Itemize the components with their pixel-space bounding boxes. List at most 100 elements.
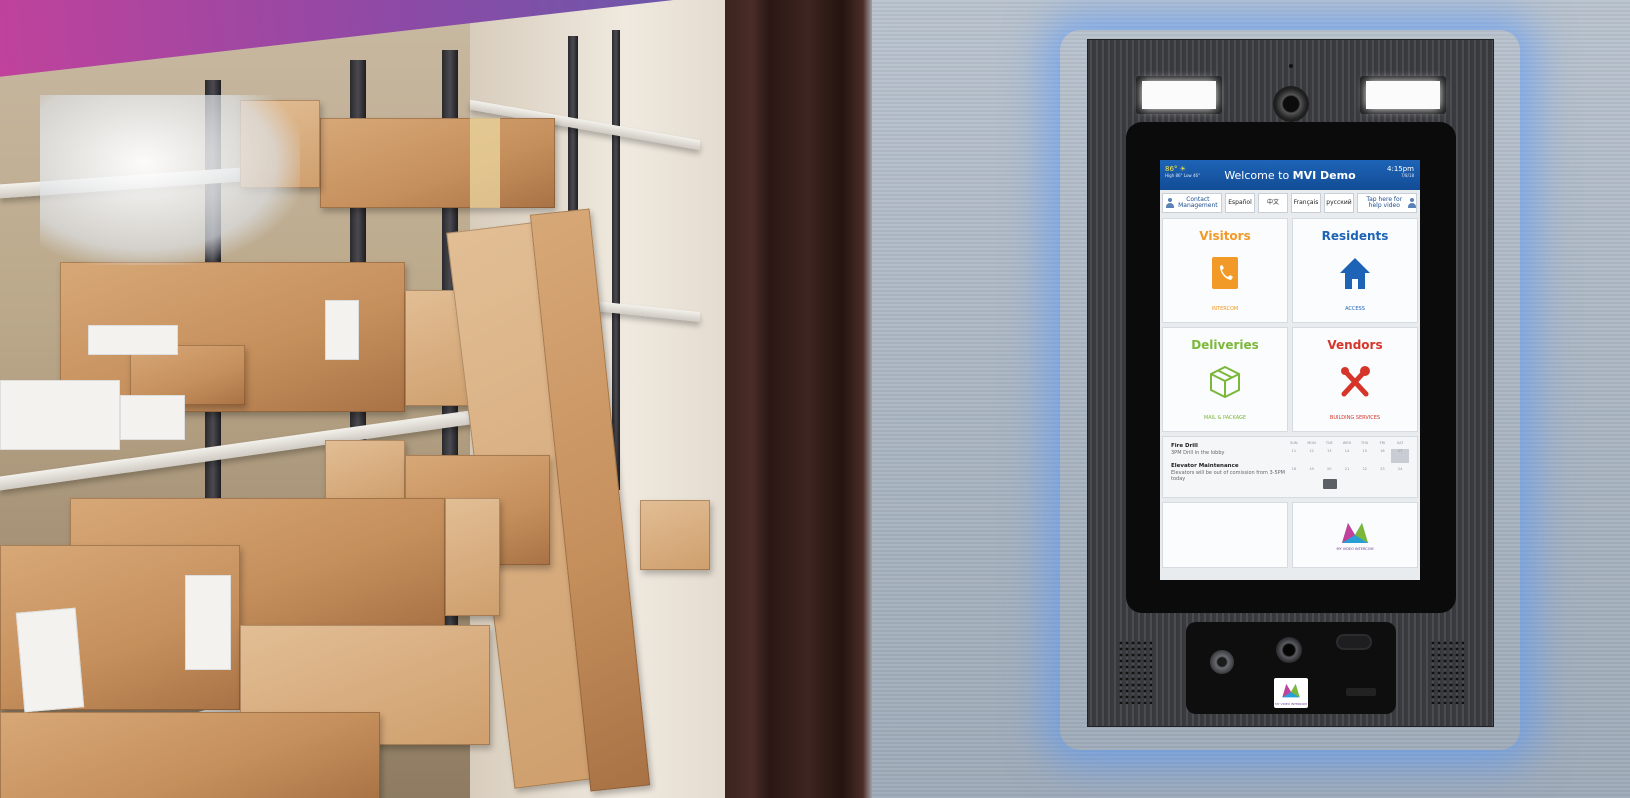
language-button-chinese[interactable]: 中文 bbox=[1258, 193, 1288, 213]
tile-residents[interactable]: Residents ACCESS bbox=[1292, 218, 1418, 323]
tile-subtitle: ACCESS bbox=[1345, 306, 1365, 312]
event-title: Fire Drill bbox=[1171, 443, 1198, 449]
clock-date: 7/8/18 bbox=[1401, 173, 1414, 178]
main-tiles: Visitors INTERCOM Residents ACCESS Deliv… bbox=[1160, 216, 1420, 434]
calendar-day-name: WED bbox=[1342, 441, 1352, 445]
tile-title: Vendors bbox=[1327, 338, 1383, 352]
logo-sticker: MY VIDEO INTERCOM bbox=[1274, 678, 1308, 708]
calendar-date: 12 bbox=[1309, 449, 1314, 453]
cardboard-box bbox=[325, 440, 405, 502]
calendar-date: 18 bbox=[1291, 467, 1297, 471]
shipping-label bbox=[88, 325, 178, 355]
calendar-date-today: 17 bbox=[1391, 449, 1409, 463]
package-icon bbox=[1210, 365, 1240, 399]
event-detail: 3PM Drill in the lobby bbox=[1171, 449, 1225, 456]
cardboard-box bbox=[445, 498, 500, 616]
help-video-label: Tap here for help video bbox=[1366, 195, 1403, 209]
calendar-date: 16 bbox=[1380, 449, 1385, 453]
tile-visitors[interactable]: Visitors INTERCOM bbox=[1162, 218, 1288, 323]
calendar-day-name: MON bbox=[1307, 441, 1316, 445]
help-video-button[interactable]: Tap here for help video bbox=[1357, 193, 1417, 213]
calendar-day-name: SAT bbox=[1396, 441, 1404, 445]
event-detail: Elevators will be out of comission from … bbox=[1171, 469, 1285, 483]
cardboard-box bbox=[640, 500, 710, 570]
speaker-grille-left bbox=[1118, 640, 1152, 704]
calendar-date: 24 bbox=[1397, 467, 1403, 471]
white-package bbox=[120, 395, 185, 440]
event-item: Elevator Maintenance Elevators will be o… bbox=[1171, 463, 1289, 482]
event-item: Fire Drill 3PM Drill in the lobby bbox=[1171, 443, 1289, 456]
tile-vendors[interactable]: Vendors BUILDING SERVICES bbox=[1292, 327, 1418, 432]
intercom-panel: 86° ☀ High 86° Low 46° Welcome to MVI De… bbox=[1088, 40, 1493, 726]
white-package bbox=[15, 607, 85, 713]
person-icon bbox=[1407, 198, 1417, 208]
calendar-date: 23 bbox=[1380, 467, 1385, 471]
language-button-russian[interactable]: русский bbox=[1324, 193, 1354, 213]
tile-title: Deliveries bbox=[1191, 338, 1259, 352]
contact-management-label: Contact Management bbox=[1178, 195, 1218, 209]
event-title: Elevator Maintenance bbox=[1171, 463, 1239, 469]
calendar-date: 13 bbox=[1327, 449, 1332, 453]
touch-screen: 86° ☀ High 86° Low 46° Welcome to MVI De… bbox=[1160, 160, 1420, 580]
clock-time: 4:15pm bbox=[1387, 165, 1414, 173]
sticker-text: MY VIDEO INTERCOM bbox=[1275, 702, 1307, 706]
light-bar-left bbox=[1136, 76, 1222, 114]
welcome-name: MVI Demo bbox=[1292, 169, 1356, 182]
person-icon bbox=[1166, 198, 1174, 208]
card-slot bbox=[1346, 688, 1376, 696]
calendar-date: 19 bbox=[1309, 467, 1314, 471]
calendar-day-name: SUN bbox=[1290, 441, 1298, 445]
cardboard-box bbox=[320, 118, 555, 208]
tile-title: Residents bbox=[1321, 229, 1389, 243]
calendar-day-name: TUE bbox=[1325, 441, 1333, 445]
clock-widget: 4:15pm 7/8/18 bbox=[1387, 165, 1414, 178]
language-button-spanish[interactable]: Español bbox=[1225, 193, 1255, 213]
calendar-date: 15 bbox=[1362, 449, 1367, 453]
plastic-bag bbox=[40, 95, 300, 265]
calendar-date: 11 bbox=[1291, 449, 1297, 453]
shipping-label bbox=[185, 575, 231, 670]
packing-tape bbox=[470, 118, 500, 208]
welcome-prefix: Welcome to bbox=[1224, 169, 1290, 182]
card-reader-sensor bbox=[1336, 634, 1372, 650]
white-package bbox=[0, 380, 120, 450]
calendar-day-name: FRI bbox=[1379, 441, 1386, 445]
logo-text: MY VIDEO INTERCOM bbox=[1336, 547, 1374, 551]
calendar-week: 18 19 20 21 22 23 24 bbox=[1285, 467, 1409, 481]
calendar-day-name: THU bbox=[1361, 441, 1369, 445]
screen-header: 86° ☀ High 86° Low 46° Welcome to MVI De… bbox=[1160, 160, 1420, 190]
language-bar: Contact Management Español 中文 Français р… bbox=[1160, 190, 1420, 216]
key-lock-icon bbox=[1210, 650, 1234, 674]
calendar-date: 21 bbox=[1344, 467, 1350, 471]
house-icon bbox=[1340, 258, 1370, 289]
shipping-label bbox=[325, 300, 359, 360]
phone-icon bbox=[1212, 257, 1238, 289]
camera-icon bbox=[1273, 86, 1309, 122]
calendar-header: SUN MON TUE WED THU FRI SAT bbox=[1285, 441, 1409, 445]
events-calendar-panel[interactable]: Fire Drill 3PM Drill in the lobby Elevat… bbox=[1162, 436, 1418, 498]
light-bar-right bbox=[1360, 76, 1446, 114]
tile-title: Visitors bbox=[1199, 229, 1251, 243]
logo-tile: MY VIDEO INTERCOM bbox=[1292, 502, 1418, 568]
shelf-post bbox=[612, 30, 620, 490]
lower-console: MY VIDEO INTERCOM bbox=[1186, 622, 1396, 714]
bottom-tiles: MY VIDEO INTERCOM bbox=[1160, 500, 1420, 570]
calendar-date: 14 bbox=[1344, 449, 1350, 453]
mini-calendar: SUN MON TUE WED THU FRI SAT 11 12 13 14 … bbox=[1285, 441, 1409, 489]
mvi-logo-icon bbox=[1342, 523, 1368, 543]
tile-subtitle: MAIL & PACKAGE bbox=[1203, 415, 1247, 421]
mvi-logo-icon bbox=[1282, 684, 1300, 698]
tile-subtitle: BUILDING SERVICES bbox=[1329, 415, 1381, 421]
speaker-grille-right bbox=[1430, 640, 1464, 704]
tile-subtitle: INTERCOM bbox=[1211, 306, 1239, 312]
tile-deliveries[interactable]: Deliveries MAIL & PACKAGE bbox=[1162, 327, 1288, 432]
welcome-title: Welcome to MVI Demo bbox=[1160, 169, 1420, 182]
camera-icon bbox=[1276, 637, 1302, 663]
contact-management-button[interactable]: Contact Management bbox=[1162, 193, 1222, 213]
door-frame bbox=[725, 0, 875, 798]
language-button-french[interactable]: Français bbox=[1291, 193, 1321, 213]
storage-room-photo bbox=[0, 0, 730, 798]
calendar-date: 22 bbox=[1362, 467, 1367, 471]
pinhole-icon bbox=[1289, 64, 1293, 68]
calendar-event-badge bbox=[1323, 479, 1337, 489]
